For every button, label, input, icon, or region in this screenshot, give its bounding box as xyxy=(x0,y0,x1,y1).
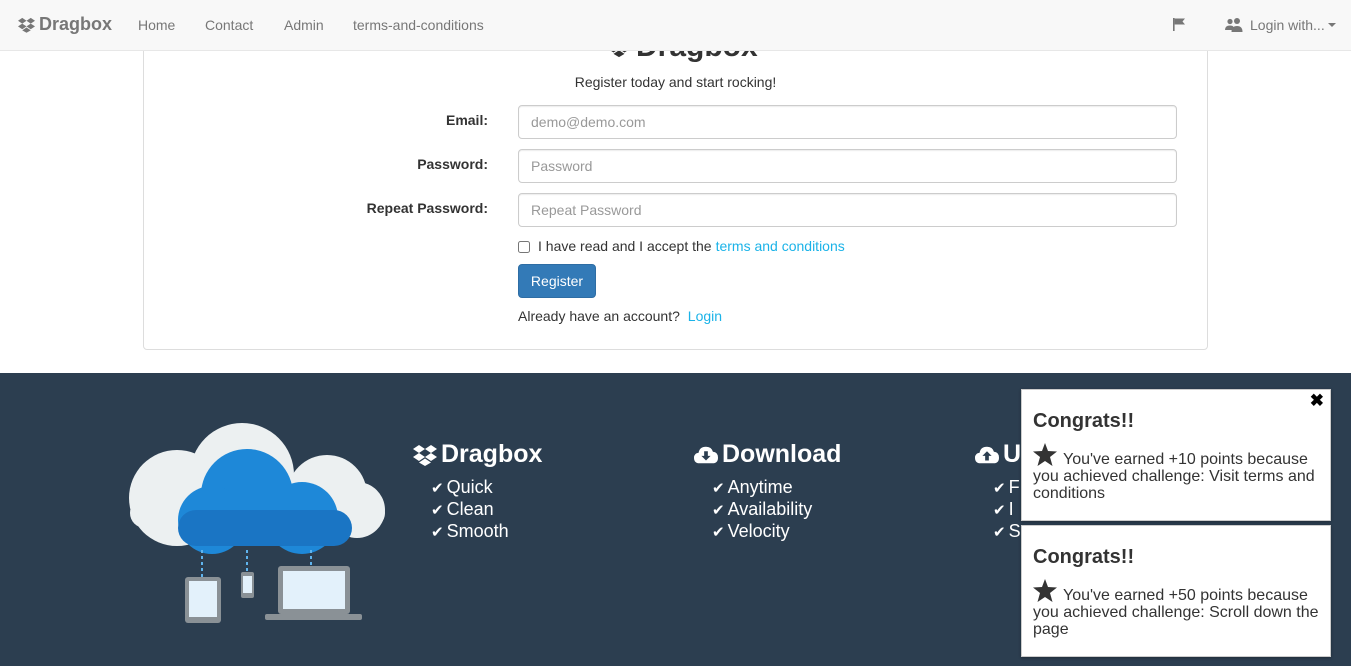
check-icon: ✔ xyxy=(712,502,725,519)
email-field[interactable] xyxy=(518,105,1177,139)
account-row: Already have an account? Login xyxy=(518,308,722,324)
flag-icon[interactable] xyxy=(1172,17,1187,32)
repeat-password-label: Repeat Password: xyxy=(366,200,488,216)
footer-list-item: ✔ Velocity xyxy=(712,521,790,541)
login-dropdown[interactable]: Login with... xyxy=(1225,17,1336,33)
footer-list-item: ✔ Availability xyxy=(712,499,813,519)
notification-toast: Congrats!! You've earned +50 points beca… xyxy=(1021,525,1331,657)
login-link[interactable]: Login xyxy=(688,308,722,324)
check-icon: ✔ xyxy=(993,524,1006,541)
terms-checkbox[interactable] xyxy=(518,241,530,253)
repeat-password-field[interactable] xyxy=(518,193,1177,227)
register-button[interactable]: Register xyxy=(518,264,596,298)
footer-list-item: ✔ S xyxy=(993,521,1021,541)
nav-home[interactable]: Home xyxy=(138,17,175,33)
nav-contact[interactable]: Contact xyxy=(205,17,253,33)
login-label: Login with... xyxy=(1250,17,1325,33)
terms-text: I have read and I accept the xyxy=(538,238,712,254)
footer-list-item: ✔ F xyxy=(993,477,1020,497)
footer-column-title: U xyxy=(1003,440,1022,468)
notification-title: Congrats!! xyxy=(1033,546,1135,568)
notification-toast: ✖ Congrats!! You've earned +10 points be… xyxy=(1021,389,1331,521)
cloud-download-icon xyxy=(694,446,718,463)
password-field[interactable] xyxy=(518,149,1177,183)
footer-column-download: Download ✔ Anytime ✔ Availability ✔ Velocit… xyxy=(694,440,841,543)
register-panel xyxy=(143,20,1208,350)
notification-title: Congrats!! xyxy=(1033,410,1135,432)
footer-list-item: ✔ Quick xyxy=(431,477,493,497)
account-text: Already have an account? xyxy=(518,308,680,324)
footer-list-item: ✔ Smooth xyxy=(431,521,509,541)
brand-label: Dragbox xyxy=(39,14,113,34)
password-label: Password: xyxy=(417,156,488,172)
footer-column-upload: U ✔ F ✔ I ✔ S xyxy=(975,440,1021,543)
caret-down-icon xyxy=(1327,23,1336,27)
check-icon: ✔ xyxy=(993,480,1006,497)
check-icon: ✔ xyxy=(431,480,444,497)
brand-link[interactable]: Dragbox xyxy=(18,14,112,35)
footer-list-item: ✔ Clean xyxy=(431,499,494,519)
dropbox-icon xyxy=(413,444,437,466)
email-label: Email: xyxy=(445,112,488,128)
footer-list-item: ✔ I xyxy=(993,499,1014,519)
notification-message: You've earned +50 points because you ach… xyxy=(1033,579,1319,638)
top-navbar: Dragbox Home Contact Admin terms-and-con… xyxy=(0,0,1351,51)
users-icon xyxy=(1225,18,1243,32)
terms-link[interactable]: terms and conditions xyxy=(716,238,845,254)
footer-list-item: ✔ Anytime xyxy=(712,477,793,497)
nav-admin[interactable]: Admin xyxy=(284,17,324,33)
star-icon xyxy=(1033,579,1057,602)
notification-message: You've earned +10 points because you ach… xyxy=(1033,443,1319,502)
check-icon: ✔ xyxy=(712,524,725,541)
terms-row: I have read and I accept the terms and c… xyxy=(518,238,845,254)
check-icon: ✔ xyxy=(712,480,725,497)
footer-column-dragbox: Dragbox ✔ Quick ✔ Clean ✔ Smooth xyxy=(413,440,542,543)
tagline: Register today and start rocking! xyxy=(574,74,777,90)
cloud-upload-icon xyxy=(975,446,999,463)
check-icon: ✔ xyxy=(431,502,444,519)
cloud-devices-illustration xyxy=(129,423,385,623)
footer-column-title: Dragbox xyxy=(441,440,543,468)
footer-column-title: Download xyxy=(722,440,842,468)
check-icon: ✔ xyxy=(431,524,444,541)
close-icon[interactable]: ✖ xyxy=(1310,391,1324,411)
star-icon xyxy=(1033,443,1057,466)
nav-terms[interactable]: terms-and-conditions xyxy=(353,17,484,33)
check-icon: ✔ xyxy=(993,502,1006,519)
dropbox-icon xyxy=(18,17,35,33)
